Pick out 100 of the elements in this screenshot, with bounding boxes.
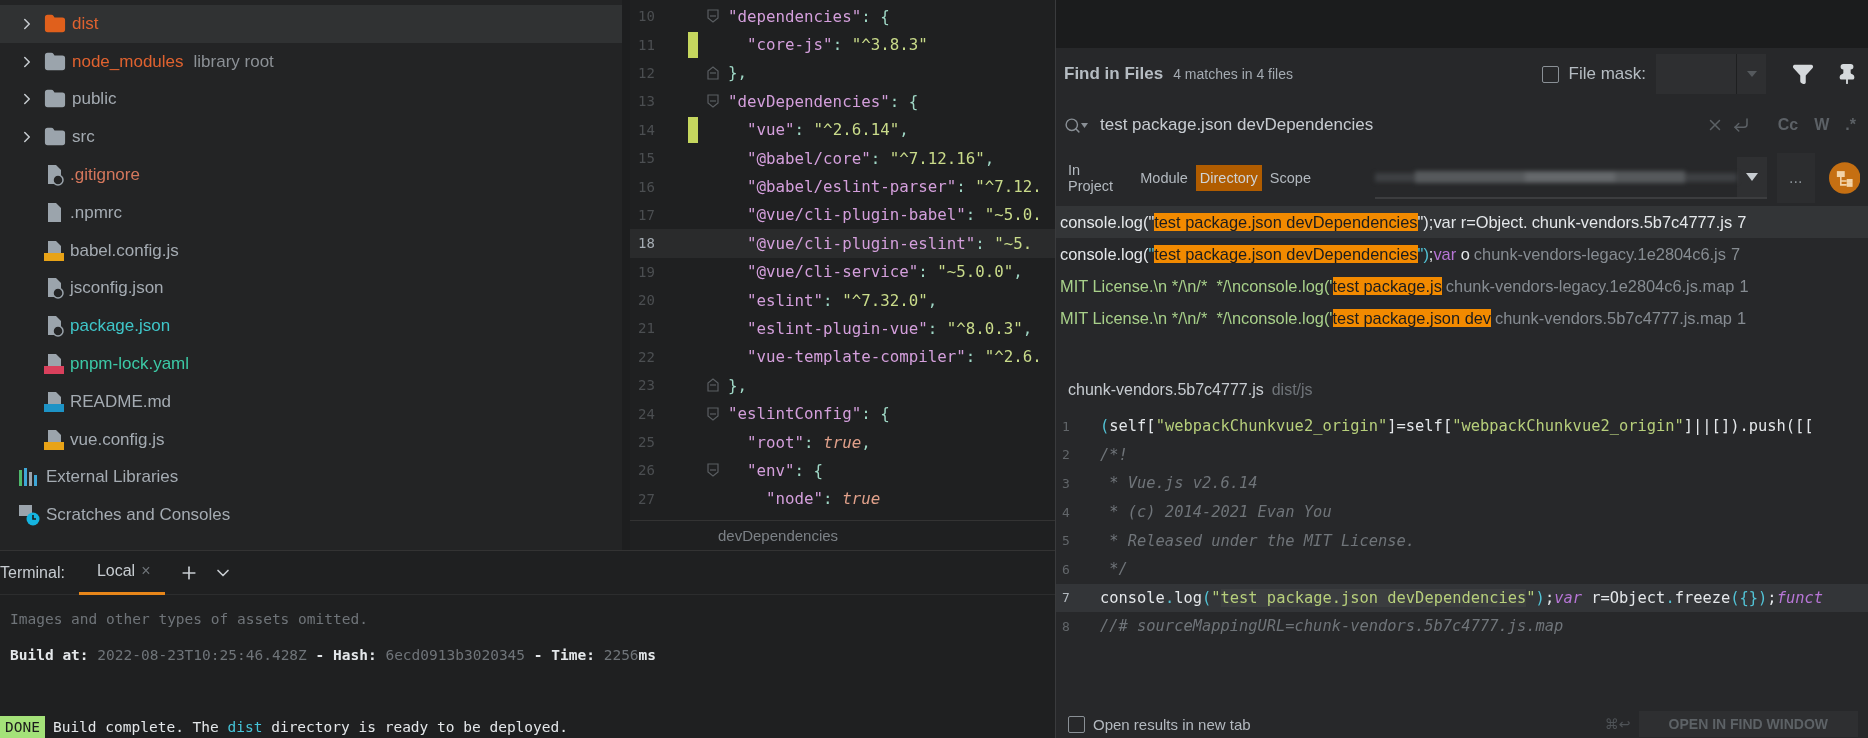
tree-item[interactable]: dist — [0, 5, 622, 43]
code-line: * Vue.js v2.6.14 — [1108, 474, 1258, 493]
tree-item[interactable]: .npmrc — [0, 194, 622, 232]
console-clock-icon — [18, 504, 40, 527]
file-name: README.md — [70, 391, 172, 412]
code-line: "vue": "^2.6.14", — [746, 120, 909, 140]
code-line: "eslint": "^7.32.0", — [746, 290, 938, 310]
file-name: vue.config.js — [70, 429, 165, 450]
file-icon — [44, 239, 64, 262]
file-name: public — [72, 89, 117, 110]
library-root-note: library root — [193, 51, 274, 72]
file-name: .gitignore — [70, 165, 140, 186]
file-name: Scratches and Consoles — [46, 505, 231, 526]
code-line: "root": true, — [746, 432, 871, 452]
terminal-line: Images and other types of assets omitted. — [10, 611, 368, 627]
code-line: "vue-template-compiler": "^2.6. — [746, 347, 1042, 367]
match-summary: 4 matches in 4 files — [1173, 66, 1294, 82]
tree-item[interactable]: External Libraries — [0, 458, 622, 497]
code-line: "@vue/cli-plugin-eslint": "~5. — [746, 233, 1033, 253]
line-number: 2 — [1061, 447, 1071, 463]
file-mask-label: File mask: — [1568, 64, 1646, 84]
file-name: babel.config.js — [70, 240, 179, 261]
line-number: 3 — [1061, 476, 1071, 491]
file-name: jsconfig.json — [70, 278, 164, 299]
code-line: */ — [1108, 560, 1128, 579]
file-icon — [44, 353, 64, 376]
file-icon — [44, 390, 64, 413]
line-number: 8 — [1061, 618, 1071, 634]
directory-field[interactable] — [1374, 157, 1767, 199]
done-badge: DONE — [0, 716, 45, 738]
tree-item[interactable]: pnpm-lock.yaml — [0, 345, 622, 383]
file-name: chunk-vendors.5b7c4777.js.map — [1495, 308, 1732, 328]
code-line: "eslint-plugin-vue": "^8.0.3", — [746, 319, 1033, 338]
search-result[interactable]: console.log("test package.json devDependencies");var o chunk-vendors-legacy.1e2804c6.js 7 — [1056, 238, 1868, 270]
code-line: "devDependencies": { — [728, 91, 919, 111]
code-line: console.log("test package.json devDependencies");var r=Object.freeze({});funct — [1100, 588, 1823, 607]
line-number: 6 — [1061, 561, 1071, 577]
code-line: "dependencies": { — [728, 6, 890, 26]
bar-chart-icon — [18, 467, 40, 488]
caret-icon[interactable] — [1745, 173, 1758, 181]
terminal-tab[interactable]: Local × — [78, 550, 165, 595]
code-line: }, — [728, 63, 748, 83]
tree-item[interactable]: Scratches and Consoles — [0, 496, 622, 535]
line-number: 18 — [637, 235, 656, 252]
code-line: * Released under the MIT License. — [1108, 531, 1416, 550]
scope-tab[interactable]: Module — [1136, 165, 1192, 191]
file-name: src — [72, 127, 95, 148]
code-line: "@babel/eslint-parser": "^7.12. — [746, 177, 1042, 197]
scope-tab[interactable]: In Project — [1064, 157, 1133, 199]
terminal-label: Terminal: — [0, 563, 65, 582]
code-line: "eslintConfig": { — [728, 404, 890, 424]
folder-icon — [44, 12, 66, 35]
file-name: External Libraries — [46, 467, 179, 488]
close-icon[interactable]: × — [141, 562, 151, 580]
breadcrumb[interactable]: devDependencies — [718, 527, 839, 544]
panel-title: Find in Files — [1064, 64, 1164, 84]
tree-item[interactable]: README.md — [0, 382, 622, 421]
line-number: 7 — [1730, 244, 1741, 264]
tree-item[interactable]: public — [0, 80, 622, 119]
line-number: 1 — [1739, 276, 1749, 296]
tree-item[interactable]: .gitignore — [0, 156, 622, 194]
tree-item[interactable]: node_modules library root — [0, 42, 622, 81]
newline-icon[interactable] — [1731, 116, 1750, 134]
tree-item[interactable]: babel.config.js — [0, 231, 622, 270]
line-number: 4 — [1061, 504, 1071, 520]
file-name: pnpm-lock.yaml — [70, 354, 190, 375]
file-name: node_modules — [72, 51, 184, 72]
preview-file-name: chunk-vendors.5b7c4777.js — [1068, 381, 1264, 399]
new-tab-label: Open results in new tab — [1093, 715, 1252, 733]
folder-icon — [44, 50, 66, 73]
code-line: "env": { — [746, 460, 824, 480]
code-line: "node": true — [765, 489, 881, 509]
code-line: "@vue/cli-service": "~5.0.0", — [746, 262, 1023, 282]
tree-item[interactable]: package.json — [0, 307, 622, 346]
change-marker[interactable] — [688, 116, 698, 143]
file-name: dist — [72, 13, 99, 34]
terminal-line: Build complete. The dist directory is ready to be deployed. — [52, 719, 568, 735]
tree-item[interactable]: jsconfig.json — [0, 269, 622, 308]
code-line: * (c) 2014-2021 Evan You — [1108, 503, 1332, 522]
file-mask-field[interactable] — [1656, 54, 1766, 94]
tree-item[interactable]: vue.config.js — [0, 420, 622, 459]
code-line: /*! — [1100, 445, 1128, 464]
filter-icon[interactable] — [1792, 63, 1814, 85]
line-number: 1 — [1061, 418, 1071, 434]
preview-file-path: dist/js — [1271, 381, 1313, 399]
folder-tree-icon[interactable] — [1828, 162, 1860, 194]
tree-item[interactable]: src — [0, 118, 622, 157]
code-line: (self["webpackChunkvue2_origin"]=self["webpackChunkvue2_origin"]||[]).push([[ — [1100, 417, 1814, 436]
file-mask-checkbox[interactable] — [1541, 65, 1559, 83]
change-marker[interactable] — [688, 31, 698, 58]
search-field[interactable]: test package.json devDependencies — [1096, 115, 1698, 135]
file-name: package.json — [70, 316, 171, 337]
line-number: 5 — [1061, 533, 1071, 549]
new-tab-checkbox[interactable] — [1068, 715, 1085, 733]
code-line: "@babel/core": "^7.12.16", — [746, 148, 995, 168]
browse-button[interactable]: ... — [1776, 153, 1815, 203]
file-icon — [44, 428, 64, 451]
scope-tab[interactable]: Scope — [1265, 165, 1315, 191]
search-icon[interactable] — [1064, 116, 1088, 134]
code-line: "@vue/cli-plugin-babel": "~5.0. — [746, 205, 1042, 225]
